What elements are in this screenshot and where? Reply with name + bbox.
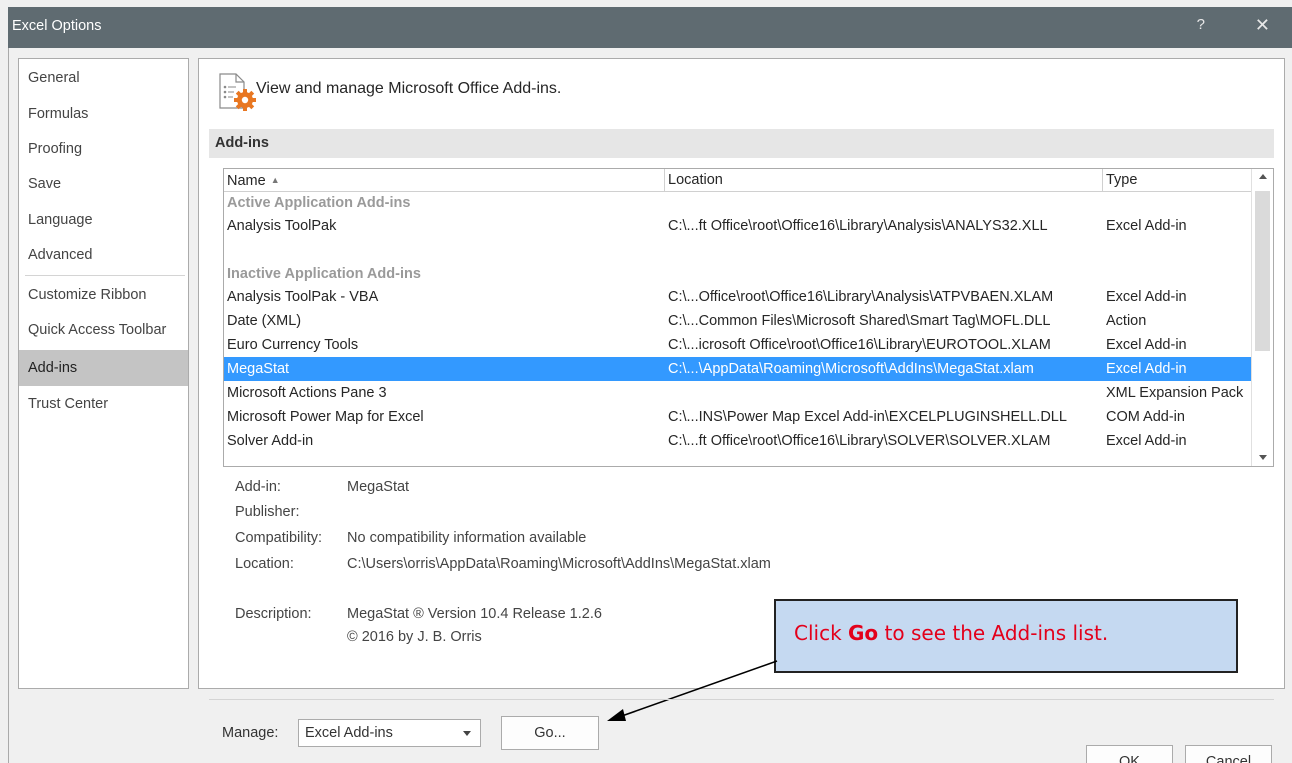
add-ins-list[interactable]: Name ▲ Location Type Active Application A… [223,168,1274,467]
column-header-type-label: Type [1106,172,1138,188]
addin-type: Excel Add-in [1106,433,1187,449]
sidebar-item-quick-access-toolbar[interactable]: Quick Access Toolbar [19,312,188,348]
detail-location-label: Location: [235,556,294,572]
addin-location: C:\...ft Office\root\Office16\Library\An… [668,218,1048,234]
callout-prefix: Click [794,621,849,645]
addin-name: Solver Add-in [227,433,314,449]
table-row[interactable]: Solver Add-in C:\...ft Office\root\Office… [224,429,1251,453]
column-header-name[interactable]: Name ▲ [224,169,665,192]
sidebar-item-save[interactable]: Save [19,166,188,202]
table-row[interactable]: Microsoft Power Map for Excel C:\...INS\P… [224,405,1251,429]
addin-type: Excel Add-in [1106,289,1187,305]
panel-heading: View and manage Microsoft Office Add-ins… [256,80,562,97]
callout-text: Click Go to see the Add-ins list. [794,621,1108,645]
sidebar-item-proofing[interactable]: Proofing [19,131,188,167]
sidebar-item-customize-ribbon[interactable]: Customize Ribbon [19,277,188,313]
table-row[interactable]: Analysis ToolPak - VBA C:\...Office\root\… [224,285,1251,309]
callout-bold: Go [848,621,879,645]
addin-location: C:\...Common Files\Microsoft Shared\Smar… [668,313,1051,329]
section-header: Add-ins [209,129,1274,158]
cancel-button[interactable]: Cancel [1185,745,1272,763]
group-header-inactive: Inactive Application Add-ins [224,263,1251,285]
scroll-thumb[interactable] [1255,191,1270,351]
addin-type: Action [1106,313,1147,329]
addin-type: XML Expansion Pack [1106,385,1244,401]
addin-location: C:\...ft Office\root\Office16\Library\SO… [668,433,1051,449]
table-row[interactable]: Euro Currency Tools C:\...icrosoft Office… [224,333,1251,357]
addin-name: Analysis ToolPak [227,218,337,234]
scroll-down-icon[interactable] [1259,455,1267,460]
go-button[interactable]: Go... [501,716,599,750]
addin-name: Date (XML) [227,313,302,329]
list-scrollbar[interactable] [1251,169,1273,466]
callout-suffix: to see the Add-ins list. [878,621,1109,645]
detail-description-line2: © 2016 by J. B. Orris [347,629,482,645]
sidebar-item-general[interactable]: General [19,60,188,96]
addin-type: Excel Add-in [1106,337,1187,353]
detail-publisher-label: Publisher: [235,504,300,520]
manage-selected-value: Excel Add-ins [305,725,393,741]
addin-location: C:\...INS\Power Map Excel Add-in\EXCELPL… [668,409,1067,425]
addin-name: Microsoft Power Map for Excel [227,409,424,425]
sidebar-item-language[interactable]: Language [19,202,188,238]
manage-label: Manage: [222,725,279,741]
sidebar-item-add-ins[interactable]: Add-ins [19,350,188,386]
column-header-location[interactable]: Location [665,169,1103,192]
detail-description-line1: MegaStat ® Version 10.4 Release 1.2.6 [347,606,602,622]
instruction-callout: Click Go to see the Add-ins list. [774,599,1238,673]
addin-type: COM Add-in [1106,409,1185,425]
table-row[interactable]: Microsoft Actions Pane 3 XML Expansion Pa… [224,381,1251,405]
column-header-name-label: Name [227,173,266,189]
sidebar-item-trust-center[interactable]: Trust Center [19,386,188,422]
add-ins-gear-icon [219,73,256,111]
ok-button[interactable]: OK [1086,745,1173,763]
addin-name: Analysis ToolPak - VBA [227,289,379,305]
table-row[interactable]: Date (XML) C:\...Common Files\Microsoft S… [224,309,1251,333]
detail-addin-value: MegaStat [347,479,410,495]
detail-compatibility-label: Compatibility: [235,530,323,546]
close-button[interactable]: ✕ [1255,15,1270,36]
options-sidebar: General Formulas Proofing Save Language … [18,58,189,689]
options-dialog: General Formulas Proofing Save Language … [8,48,1292,763]
addin-location: C:\...\AppData\Roaming\Microsoft\AddIns\… [668,361,1034,377]
title-bar: Excel Options ? ✕ [8,7,1292,48]
sidebar-item-advanced[interactable]: Advanced [19,237,188,273]
group-header-active: Active Application Add-ins [224,192,1251,214]
help-button[interactable]: ? [1197,16,1205,33]
scroll-up-icon[interactable] [1259,174,1267,179]
addin-location: C:\...Office\root\Office16\Library\Analy… [668,289,1054,305]
sidebar-divider [25,275,185,276]
manage-dropdown[interactable]: Excel Add-ins [298,719,481,747]
sidebar-item-formulas[interactable]: Formulas [19,96,188,132]
addin-type: Excel Add-in [1106,361,1187,377]
sort-ascending-icon: ▲ [270,175,280,185]
group-label: Inactive Application Add-ins [227,266,421,282]
add-ins-panel: View and manage Microsoft Office Add-ins… [198,58,1285,750]
addin-location: C:\...icrosoft Office\root\Office16\Libr… [668,337,1051,353]
table-row[interactable]: Analysis ToolPak C:\...ft Office\root\Off… [224,214,1251,238]
group-label: Active Application Add-ins [227,195,411,211]
section-title: Add-ins [215,135,269,151]
column-header-location-label: Location [668,172,723,188]
window-title: Excel Options [12,18,102,34]
addin-type: Excel Add-in [1106,218,1187,234]
detail-compatibility-value: No compatibility information available [347,530,587,546]
detail-addin-label: Add-in: [235,479,281,495]
table-row-selected[interactable]: MegaStat C:\...\AppData\Roaming\Microsoft… [224,357,1251,381]
footer-divider [209,699,1274,700]
column-header-type[interactable]: Type [1103,169,1252,192]
addin-name: Euro Currency Tools [227,337,359,353]
addin-name: Microsoft Actions Pane 3 [227,385,387,401]
addin-name: MegaStat [227,361,290,377]
detail-description-label: Description: [235,606,312,622]
chevron-down-icon [463,731,471,736]
detail-location-value: C:\Users\orris\AppData\Roaming\Microsoft… [347,556,771,572]
